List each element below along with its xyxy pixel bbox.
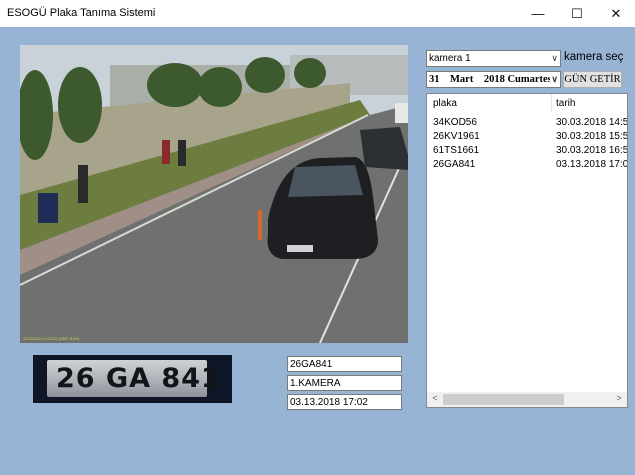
chevron-down-icon: ∨: [551, 53, 558, 63]
scrollbar-thumb[interactable]: [443, 394, 564, 405]
horizontal-scrollbar[interactable]: < >: [427, 392, 627, 407]
date-picker-value: 31 Mart 2018 Cumartesi: [429, 74, 555, 85]
list-header: plaka tarih: [427, 94, 627, 112]
plate-result-field[interactable]: 26GA841: [287, 356, 402, 372]
row-date: 30.03.2018 16:59: [556, 145, 628, 156]
datetime-result-field[interactable]: 03.13.2018 17:02: [287, 394, 402, 410]
plate-crop-text: 26 GA 841: [56, 363, 221, 394]
row-plate: 26KV1961: [433, 131, 480, 142]
list-item[interactable]: 34KOD56 30.03.2018 14:57: [427, 117, 627, 130]
scroll-right-icon[interactable]: >: [611, 393, 627, 403]
camera-result-field[interactable]: 1.KAMERA: [287, 375, 402, 391]
row-plate: 61TS1661: [433, 145, 480, 156]
chevron-down-icon: ∨: [550, 72, 558, 87]
column-divider[interactable]: [551, 94, 552, 112]
column-header-date[interactable]: tarih: [556, 98, 575, 109]
camera-select-label: kamera seç: [564, 51, 624, 63]
date-picker[interactable]: 31 Mart 2018 Cumartesi ∨: [426, 71, 561, 88]
fetch-day-button[interactable]: GÜN GETİR: [563, 71, 622, 88]
row-date: 30.03.2018 15:57: [556, 131, 628, 142]
row-date: 03.13.2018 17:02: [556, 159, 628, 170]
maximize-button[interactable]: ☐: [557, 0, 597, 27]
camera-select-value: kamera 1: [429, 53, 471, 64]
column-header-plate[interactable]: plaka: [433, 98, 457, 109]
camera-timestamp: 3/13/2018 17:02:43 (GMT 3:00): [23, 336, 79, 341]
camera-feed-image: 3/13/2018 17:02:43 (GMT 3:00): [20, 45, 408, 343]
title-bar: ESOGÜ Plaka Tanıma Sistemi — ☐ ✕: [0, 0, 635, 27]
camera-select[interactable]: kamera 1 ∨: [426, 50, 561, 67]
row-plate: 34KOD56: [433, 117, 477, 128]
minimize-button[interactable]: —: [518, 0, 558, 27]
list-item[interactable]: 26KV1961 30.03.2018 15:57: [427, 131, 627, 144]
row-plate: 26GA841: [433, 159, 476, 170]
window-title: ESOGÜ Plaka Tanıma Sistemi: [7, 7, 156, 19]
list-item[interactable]: 61TS1661 30.03.2018 16:59: [427, 145, 627, 158]
scroll-left-icon[interactable]: <: [427, 393, 443, 403]
list-item[interactable]: 26GA841 03.13.2018 17:02: [427, 159, 627, 172]
records-list[interactable]: plaka tarih 34KOD56 30.03.2018 14:57 26K…: [426, 93, 628, 408]
plate-crop-image: 26 GA 841: [33, 355, 232, 403]
close-button[interactable]: ✕: [596, 0, 635, 27]
license-plate: 26 GA 841: [47, 360, 220, 397]
row-date: 30.03.2018 14:57: [556, 117, 628, 128]
